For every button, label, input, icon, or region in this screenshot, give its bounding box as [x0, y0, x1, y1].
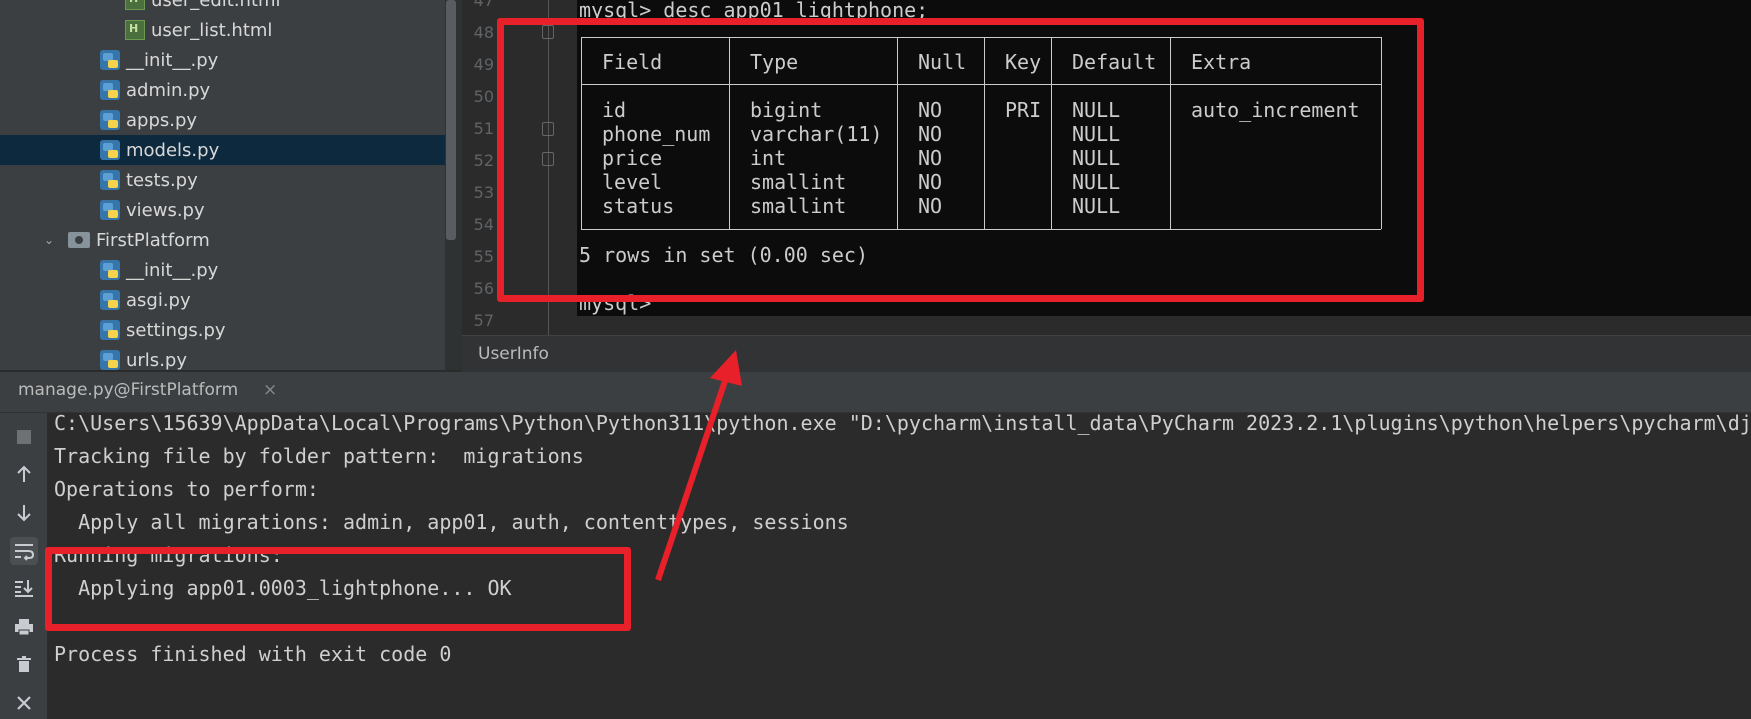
tree-item-label: __init__.py — [126, 49, 219, 71]
python-file-icon — [100, 170, 120, 190]
line-number: 56 — [473, 279, 494, 298]
python-file-icon — [100, 260, 120, 280]
tree-file[interactable]: apps.py — [0, 105, 445, 135]
line-number: 48 — [473, 23, 494, 42]
output-line: Process finished with exit code 0 — [54, 642, 452, 666]
editor-breadcrumb[interactable]: UserInfo — [462, 335, 1751, 373]
tree-item-label: settings.py — [126, 319, 226, 341]
line-number: 50 — [473, 87, 494, 106]
tree-file[interactable]: tests.py — [0, 165, 445, 195]
trash-icon[interactable] — [10, 650, 38, 678]
stop-icon[interactable] — [10, 423, 38, 451]
close-icon[interactable] — [10, 689, 38, 717]
tree-item-label: asgi.py — [126, 289, 191, 311]
package-folder-icon — [68, 232, 90, 248]
tree-scrollbar[interactable] — [446, 0, 456, 240]
python-file-icon — [100, 350, 120, 370]
run-toolbar — [0, 413, 47, 719]
tree-item-label: __init__.py — [126, 259, 219, 281]
tree-file[interactable]: asgi.py — [0, 285, 445, 315]
line-number: 52 — [473, 151, 494, 170]
annotation-box-migration — [45, 547, 631, 631]
tree-item-label: views.py — [126, 199, 205, 221]
run-tab[interactable]: manage.py@FirstPlatform — [18, 380, 238, 400]
chevron-down-icon[interactable]: ⌄ — [44, 233, 60, 247]
tree-item-label: urls.py — [126, 349, 187, 371]
tree-item-label: apps.py — [126, 109, 198, 131]
tree-file[interactable]: admin.py — [0, 75, 445, 105]
tree-file[interactable]: __init__.py — [0, 45, 445, 75]
tree-file[interactable]: urls.py — [0, 345, 445, 370]
tree-file[interactable]: settings.py — [0, 315, 445, 345]
python-file-icon — [100, 290, 120, 310]
python-file-icon — [100, 140, 120, 160]
html-file-icon: H — [125, 0, 145, 10]
line-number: 47 — [473, 0, 494, 10]
python-file-icon — [100, 200, 120, 220]
tree-item-label: models.py — [126, 139, 220, 161]
line-number: 51 — [473, 119, 494, 138]
tree-file[interactable]: views.py — [0, 195, 445, 225]
run-panel-header: manage.py@FirstPlatform × — [0, 372, 1751, 413]
line-number: 53 — [473, 183, 494, 202]
line-number: 54 — [473, 215, 494, 234]
tree-file[interactable]: Huser_edit.html — [0, 0, 445, 15]
tree-file[interactable]: Huser_list.html — [0, 15, 445, 45]
line-number: 49 — [473, 55, 494, 74]
close-tab-icon[interactable]: × — [263, 380, 277, 400]
tree-item-label: FirstPlatform — [96, 229, 210, 251]
arrow-down-icon[interactable] — [10, 499, 38, 527]
line-number: 55 — [473, 247, 494, 266]
breadcrumb-label: UserInfo — [478, 344, 549, 364]
output-line: Apply all migrations: admin, app01, auth… — [54, 510, 849, 534]
output-line: Tracking file by folder pattern: migrati… — [54, 444, 584, 468]
tree-folder[interactable]: ⌄ FirstPlatform — [0, 225, 445, 255]
python-file-icon — [100, 110, 120, 130]
tree-file[interactable]: models.py — [0, 135, 445, 165]
html-file-icon: H — [125, 20, 145, 40]
scroll-to-end-icon[interactable] — [10, 574, 38, 602]
print-icon[interactable] — [10, 613, 38, 641]
tree-item-label: admin.py — [126, 79, 211, 101]
tree-item-label: user_list.html — [151, 19, 273, 41]
output-line: C:\Users\15639\AppData\Local\Programs\Py… — [54, 411, 1751, 435]
tree-file[interactable]: __init__.py — [0, 255, 445, 285]
python-file-icon — [100, 50, 120, 70]
project-tree: Huser_edit.htmlHuser_list.html__init__.p… — [0, 0, 445, 370]
python-file-icon — [100, 320, 120, 340]
soft-wrap-icon[interactable] — [10, 537, 38, 565]
tree-item-label: user_edit.html — [151, 0, 281, 11]
output-line: Operations to perform: — [54, 477, 319, 501]
tree-item-label: tests.py — [126, 169, 198, 191]
arrow-up-icon[interactable] — [10, 460, 38, 488]
python-file-icon — [100, 80, 120, 100]
line-number: 57 — [473, 311, 494, 330]
annotation-box-table — [497, 18, 1424, 302]
